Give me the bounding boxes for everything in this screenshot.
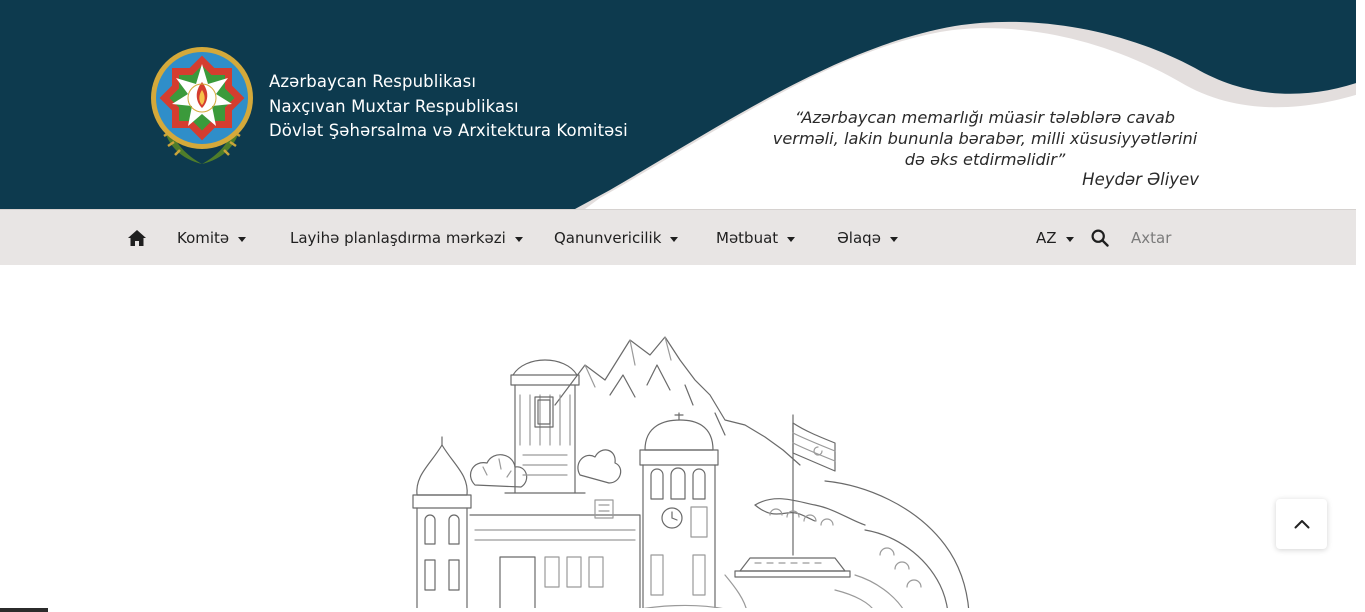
- chevron-up-icon: [1294, 520, 1309, 529]
- search-icon: [1091, 229, 1109, 247]
- landmarks-illustration: [412, 336, 970, 612]
- main-navbar: Komitə Layihə planlaşdırma mərkəzi Qanun…: [0, 209, 1356, 265]
- quote-line-2: verməli, lakin bununla bərabər, milli xü…: [772, 129, 1198, 148]
- nav-item-label: Mətbuat: [716, 229, 779, 247]
- caret-down-icon: [787, 236, 796, 242]
- home-link[interactable]: [127, 210, 147, 266]
- caret-down-icon: [238, 236, 247, 242]
- organization-title[interactable]: Azərbaycan Respublikası Naxçıvan Muxtar …: [269, 70, 628, 144]
- nav-item-elaqe[interactable]: Əlaqə: [837, 210, 898, 266]
- site-header: Azərbaycan Respublikası Naxçıvan Muxtar …: [0, 0, 1365, 209]
- quote-line-1: “Azərbaycan memarlığı müasir tələblərə c…: [794, 108, 1176, 127]
- search-button[interactable]: [1091, 210, 1109, 266]
- state-emblem-icon[interactable]: [150, 42, 254, 168]
- caret-down-icon: [889, 236, 898, 242]
- nav-item-metbuat[interactable]: Mətbuat: [716, 210, 796, 266]
- bottom-edge-mark: [0, 608, 48, 612]
- caret-down-icon: [1065, 236, 1074, 242]
- search-input[interactable]: [1122, 222, 1262, 254]
- title-line-1: Azərbaycan Respublikası: [269, 72, 477, 91]
- caret-down-icon: [670, 236, 679, 242]
- nav-item-label: Layihə planlaşdırma mərkəzi: [290, 229, 506, 247]
- language-dropdown[interactable]: AZ: [1036, 210, 1074, 266]
- quote-author: Heydər Əliyev: [1082, 170, 1199, 189]
- bottom-edge: [0, 608, 1365, 612]
- quote-line-3: də əks etdirməlidir”: [904, 150, 1066, 169]
- title-line-2: Naxçıvan Muxtar Respublikası: [269, 96, 519, 116]
- home-icon: [128, 230, 146, 246]
- header-quote: “Azərbaycan memarlığı müasir tələblərə c…: [770, 107, 1200, 170]
- scroll-to-top-button[interactable]: [1276, 499, 1327, 549]
- language-label: AZ: [1036, 229, 1057, 247]
- caret-down-icon: [514, 236, 523, 242]
- nav-item-label: Əlaqə: [837, 229, 881, 247]
- scrollbar-track: [1356, 0, 1365, 612]
- nav-item-komite[interactable]: Komitə: [177, 210, 247, 266]
- title-line-3: Dövlət Şəhərsalma və Arxitektura Komitəs…: [269, 121, 628, 140]
- nav-item-qanunvericilik[interactable]: Qanunvericilik: [554, 210, 679, 266]
- nav-item-label: Qanunvericilik: [554, 229, 662, 247]
- nav-item-label: Komitə: [177, 229, 230, 247]
- nav-item-layihe[interactable]: Layihə planlaşdırma mərkəzi: [290, 210, 523, 266]
